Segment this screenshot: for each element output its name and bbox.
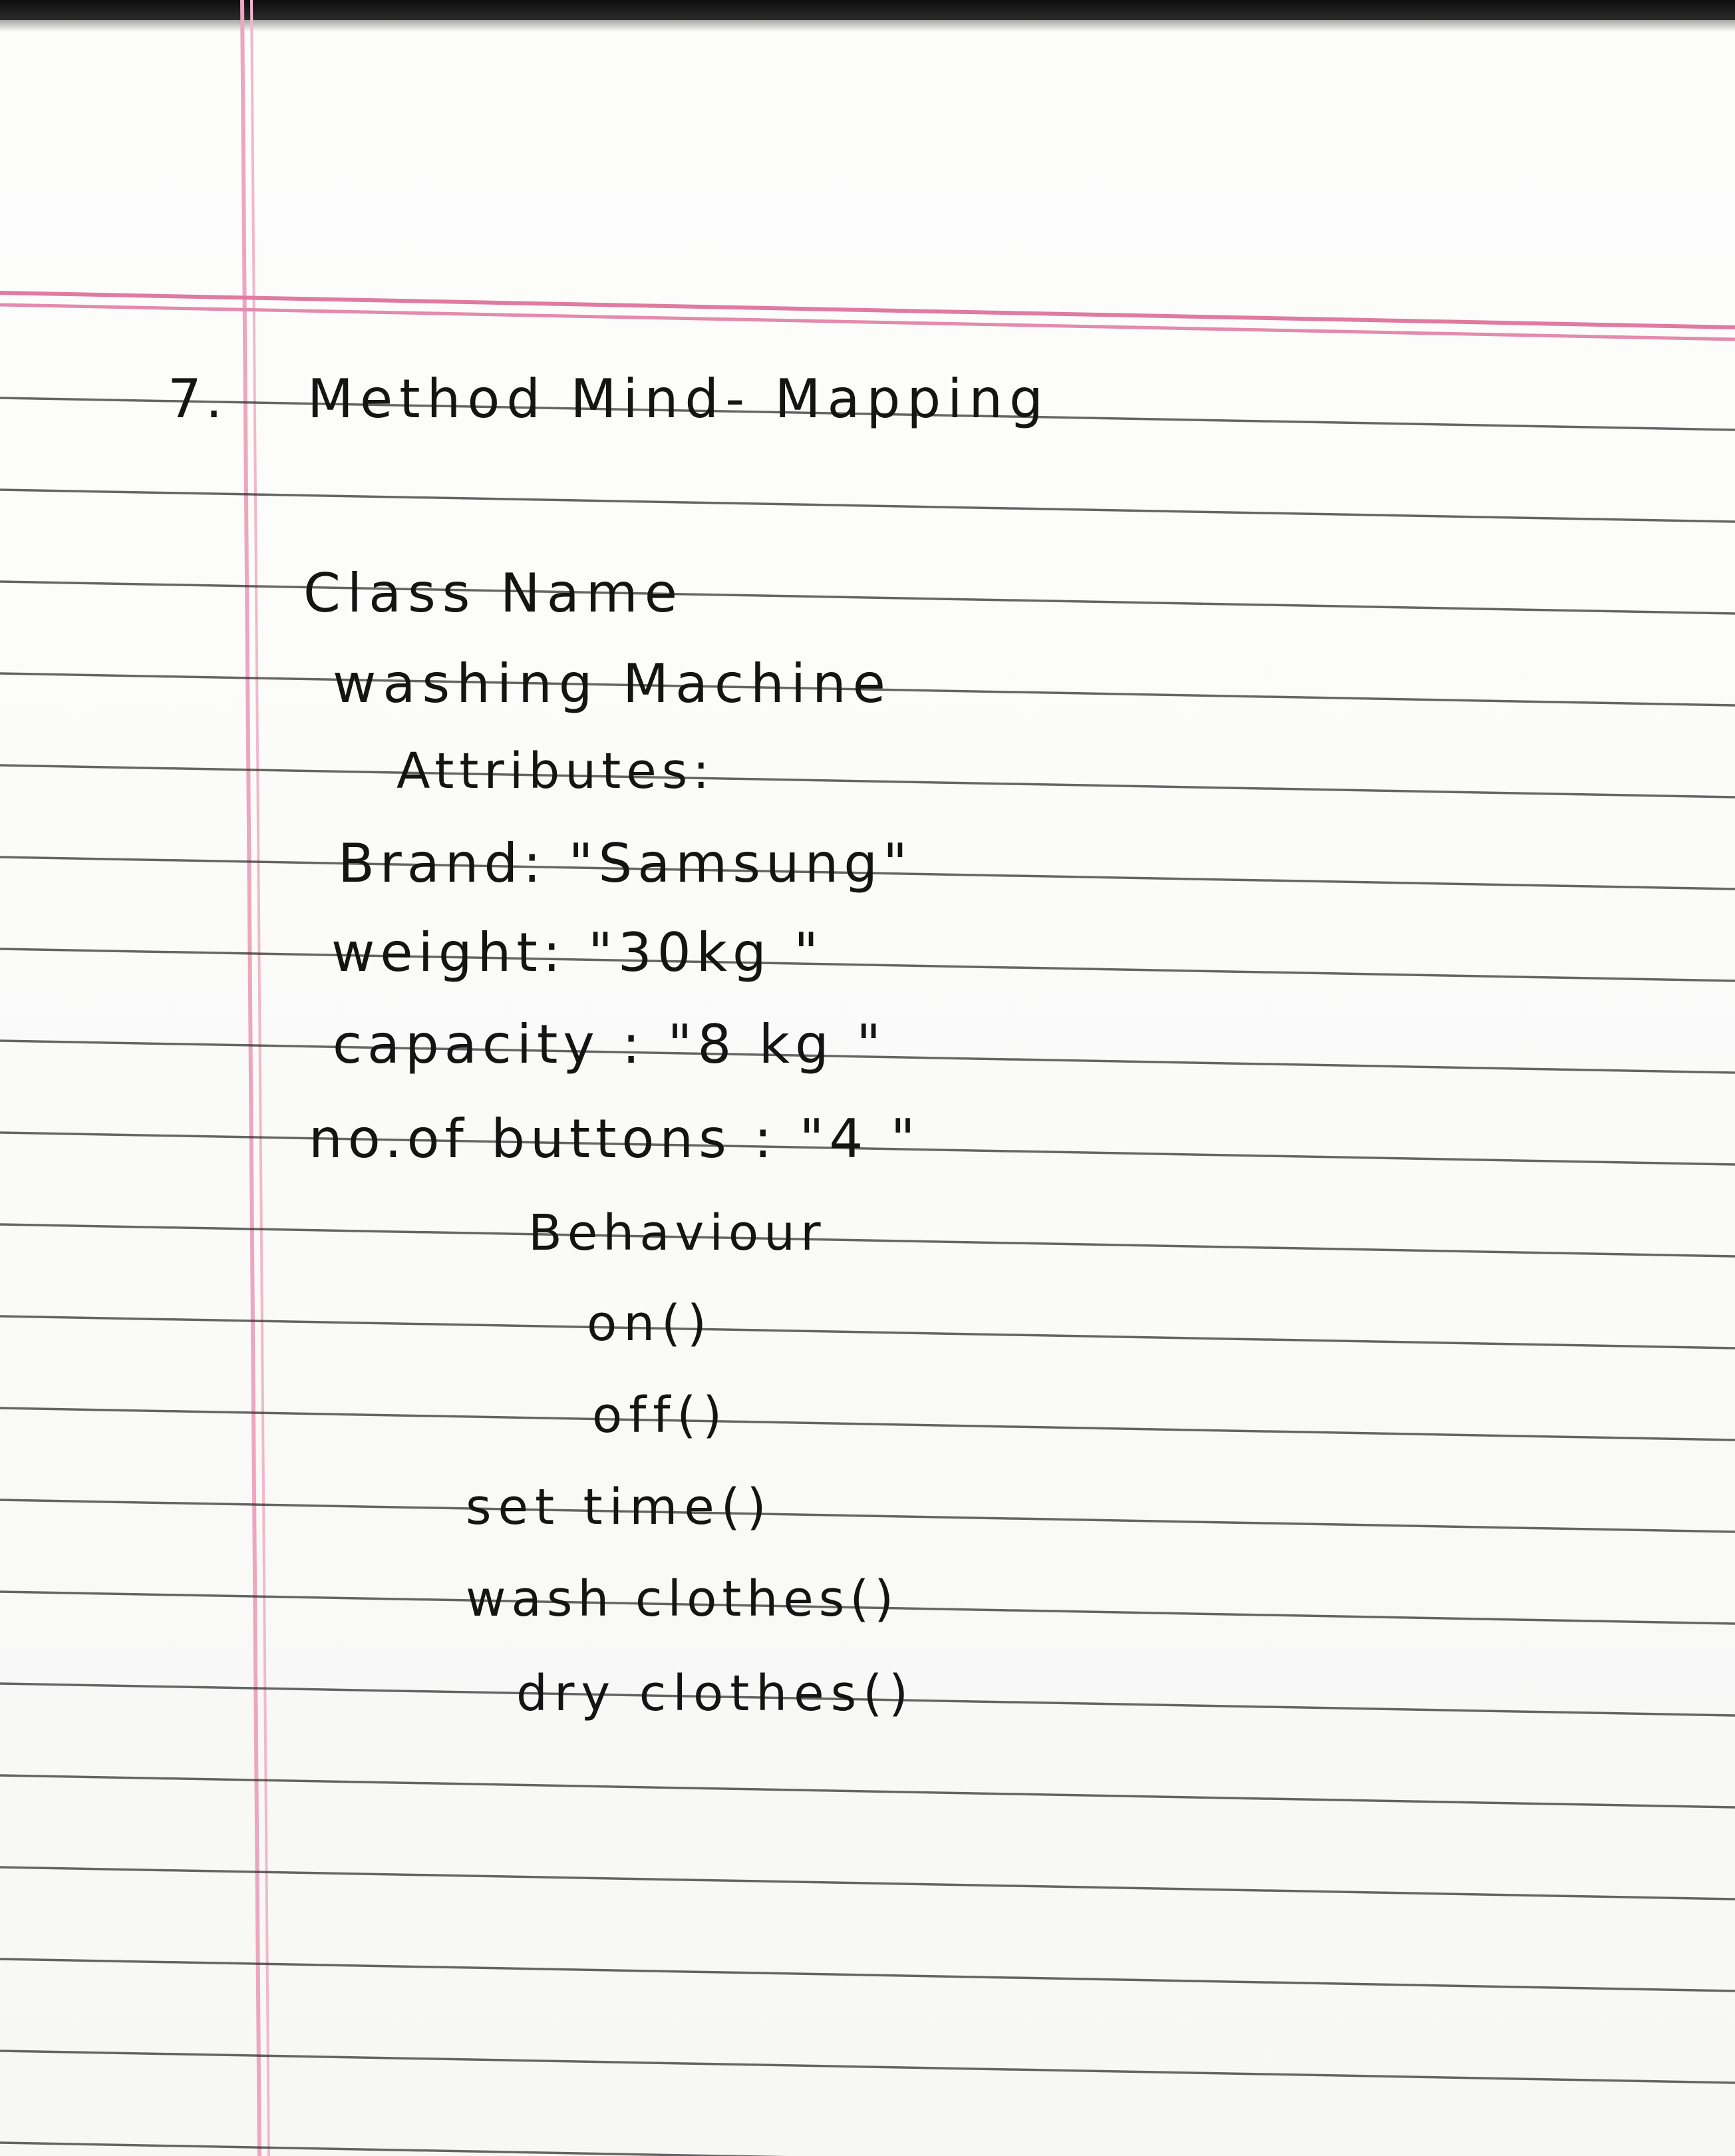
behaviour-on: on() — [587, 1295, 713, 1352]
attribute-capacity: capacity : "8 kg " — [333, 1013, 887, 1075]
notebook-page: 7. Method Mind- Mapping Class Name washi… — [0, 0, 1735, 2156]
attributes-heading: Attributes: — [396, 743, 715, 800]
class-name: washing Machine — [333, 653, 892, 715]
behaviour-wash-clothes: wash clothes() — [466, 1570, 899, 1628]
attribute-brand: Brand: "Samsung" — [338, 832, 913, 894]
handwritten-content: 7. Method Mind- Mapping Class Name washi… — [0, 0, 1735, 2156]
question-number: 7. — [168, 368, 227, 430]
page-title: Method Mind- Mapping — [307, 368, 1050, 430]
behaviour-off: off() — [592, 1387, 729, 1444]
class-heading: Class Name — [303, 562, 684, 624]
behaviour-dry-clothes: dry clothes() — [516, 1665, 915, 1722]
behaviour-heading: Behaviour — [528, 1204, 826, 1262]
attribute-weight: weight: "30kg " — [331, 922, 824, 984]
attribute-buttons: no.of buttons : "4 " — [309, 1108, 921, 1170]
behaviour-set-time: set time() — [466, 1479, 773, 1536]
